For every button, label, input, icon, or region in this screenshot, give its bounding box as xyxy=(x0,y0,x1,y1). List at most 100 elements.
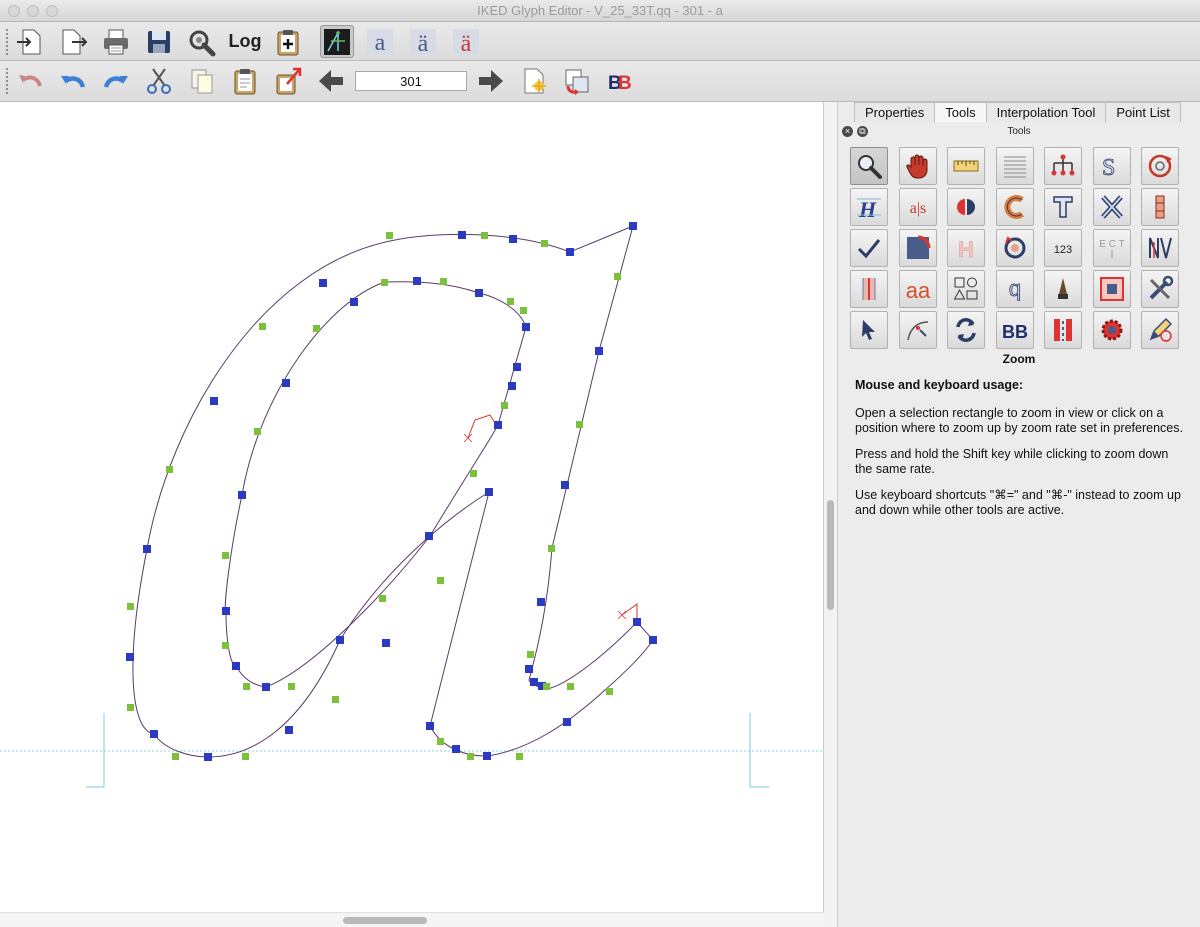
on-curve-points[interactable] xyxy=(126,222,657,761)
previous-glyph-button[interactable] xyxy=(314,64,348,97)
tool-t-shape[interactable] xyxy=(1044,188,1082,226)
tool-pen[interactable] xyxy=(1044,270,1082,308)
h-outline-icon: H xyxy=(958,237,974,262)
tab-tools[interactable]: Tools xyxy=(934,102,987,122)
tool-wrench-screwdriver[interactable] xyxy=(1141,270,1179,308)
tool-tree[interactable] xyxy=(1044,147,1082,185)
check-icon xyxy=(857,239,881,259)
tool-numbering[interactable]: 123 xyxy=(1044,229,1082,267)
frame-icon xyxy=(1099,277,1124,301)
ect-icon: E C T xyxy=(1099,239,1124,258)
tool-hinting[interactable]: H xyxy=(850,188,888,226)
settings-button[interactable] xyxy=(185,25,219,58)
horizontal-scrollbar[interactable] xyxy=(0,912,824,927)
glyph-outline-drawing[interactable] xyxy=(0,102,824,912)
paste-button[interactable] xyxy=(228,64,262,97)
undo-disabled-button[interactable] xyxy=(13,64,47,97)
tool-aa-compare[interactable]: aa xyxy=(898,270,937,308)
glyph-a-umlaut-red-button[interactable]: ä xyxy=(449,25,483,58)
toolbar-grip[interactable] xyxy=(5,67,9,95)
tool-q-glyph[interactable]: q xyxy=(995,270,1034,308)
tool-corner[interactable] xyxy=(898,229,937,267)
tab-interpolation-tool[interactable]: Interpolation Tool xyxy=(985,102,1107,122)
tab-properties[interactable]: Properties xyxy=(854,102,936,122)
tool-zoom[interactable] xyxy=(850,147,888,185)
next-arrow-icon xyxy=(479,69,503,92)
paste-icon xyxy=(234,68,256,94)
tool-help-text: Mouse and keyboard usage: Open a selecti… xyxy=(855,378,1185,529)
zoom-icon xyxy=(858,155,882,179)
glyph-a-button[interactable]: a xyxy=(363,25,397,58)
window-title: IKED Glyph Editor - V_25_33T.qq - 301 - … xyxy=(477,3,723,18)
import-button[interactable] xyxy=(13,25,47,58)
export-button[interactable] xyxy=(56,25,90,58)
tool-curve-edit[interactable] xyxy=(898,311,937,349)
svg-text:a: a xyxy=(375,30,386,56)
panel-tabs: Properties Tools Interpolation Tool Poin… xyxy=(854,102,1181,122)
save-button[interactable] xyxy=(142,25,176,58)
start-cross-marker xyxy=(463,433,473,443)
tool-lines[interactable] xyxy=(995,147,1034,185)
copy-button[interactable] xyxy=(185,64,219,97)
svg-text:B: B xyxy=(618,73,632,94)
log-button[interactable]: Log xyxy=(228,25,262,58)
tab-point-list[interactable]: Point List xyxy=(1105,102,1181,122)
paste-special-button[interactable] xyxy=(271,64,305,97)
tool-hand[interactable] xyxy=(898,147,937,185)
tool-c-shape[interactable] xyxy=(995,188,1034,226)
print-button[interactable] xyxy=(99,25,133,58)
c-shape-icon xyxy=(1003,195,1024,219)
tool-pen-edit[interactable] xyxy=(1141,311,1179,349)
vertical-bar-icon xyxy=(1155,195,1165,219)
tool-select-pointer[interactable] xyxy=(850,311,888,349)
svg-text:H: H xyxy=(958,237,974,262)
toolbar-grip[interactable] xyxy=(5,28,9,56)
off-curve-points[interactable] xyxy=(127,232,621,760)
x-shape-icon xyxy=(1100,195,1123,219)
clipboard-add-button[interactable] xyxy=(271,25,305,58)
tool-column-split[interactable] xyxy=(1044,311,1082,349)
tool-h-outline[interactable]: H xyxy=(947,229,985,267)
glyph-number-input[interactable] xyxy=(355,71,467,91)
redo-button[interactable] xyxy=(99,64,133,97)
tool-check[interactable] xyxy=(850,229,888,267)
tool-vertical-bar[interactable] xyxy=(1141,188,1179,226)
column-split-icon xyxy=(1054,319,1072,341)
next-glyph-button[interactable] xyxy=(474,64,508,97)
tool-shapes[interactable] xyxy=(947,270,985,308)
tool-half-circles[interactable] xyxy=(947,188,985,226)
undo-button[interactable] xyxy=(56,64,90,97)
tool-stem[interactable] xyxy=(850,270,888,308)
svg-text:123: 123 xyxy=(1054,244,1072,256)
tool-as-kerning[interactable]: a|s xyxy=(898,188,937,226)
glyph-editor-window: IKED Glyph Editor - V_25_33T.qq - 301 - … xyxy=(0,0,1200,927)
tool-ruler[interactable] xyxy=(947,147,985,185)
transfer-button[interactable] xyxy=(560,64,594,97)
glyph-a-umlaut-button[interactable]: ä xyxy=(406,25,440,58)
tool-reverse-direction[interactable] xyxy=(947,311,985,349)
vertical-scroll-thumb[interactable] xyxy=(827,500,834,610)
tool-gear-settings[interactable] xyxy=(1092,311,1131,349)
horizontal-scroll-thumb[interactable] xyxy=(343,917,427,924)
cut-button[interactable] xyxy=(142,64,176,97)
tool-bb[interactable]: BB xyxy=(995,311,1034,349)
tool-interpolation[interactable] xyxy=(1141,229,1179,267)
bb-button[interactable]: BB xyxy=(603,64,637,97)
tool-x-shape[interactable] xyxy=(1092,188,1131,226)
tool-s-glyph[interactable]: S xyxy=(1092,147,1131,185)
curve-edit-icon xyxy=(906,321,928,341)
dock-title: Tools xyxy=(1007,126,1031,137)
log-icon: Log xyxy=(228,31,262,51)
vertical-scrollbar[interactable] xyxy=(824,102,838,927)
tool-rotate[interactable] xyxy=(1141,147,1179,185)
tool-rotate-contour[interactable] xyxy=(995,229,1034,267)
new-page-button[interactable] xyxy=(517,64,551,97)
tool-ect[interactable]: E C T xyxy=(1092,229,1131,267)
hinting-h-icon: H xyxy=(857,197,881,221)
kerning-as-icon: a|s xyxy=(909,200,926,217)
prev-arrow-icon xyxy=(319,69,343,92)
outline-view-button[interactable] xyxy=(320,25,354,58)
tool-frame[interactable] xyxy=(1092,270,1131,308)
glyph-canvas[interactable] xyxy=(0,102,824,927)
new-page-icon xyxy=(524,68,546,93)
